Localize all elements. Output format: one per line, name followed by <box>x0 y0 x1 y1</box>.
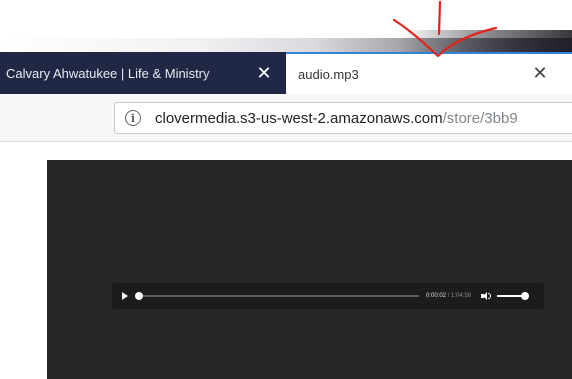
tab-title: Calvary Ahwatukee | Life & Ministry <box>6 65 210 81</box>
play-icon[interactable] <box>122 292 128 300</box>
screenshot-stage: Calvary Ahwatukee | Life & Ministry ✕ au… <box>0 0 572 379</box>
seek-bar-thumb[interactable] <box>135 292 143 300</box>
volume-slider[interactable] <box>497 292 530 300</box>
address-bar[interactable]: i clovermedia.s3-us-west-2.amazonaws.com… <box>114 102 572 134</box>
url-path: /store/3bb9 <box>442 109 518 127</box>
url-host: clovermedia.s3-us-west-2.amazonaws.com <box>155 109 443 127</box>
close-icon[interactable]: ✕ <box>530 63 550 83</box>
current-time: 0:00:02 <box>426 293 447 299</box>
seek-bar[interactable] <box>135 292 419 300</box>
tab-strip: Calvary Ahwatukee | Life & Ministry ✕ au… <box>0 52 572 94</box>
tab-audio-mp3[interactable]: audio.mp3 ✕ <box>286 52 572 94</box>
duration: 1:04:58 <box>451 293 472 299</box>
tab-title: audio.mp3 <box>298 66 359 82</box>
media-viewport: 0:00:02 / 1:04:58 <box>47 160 572 379</box>
audio-player: 0:00:02 / 1:04:58 <box>112 283 544 309</box>
speaker-cone <box>483 292 488 300</box>
volume-icon[interactable] <box>481 292 492 300</box>
sound-wave <box>488 293 492 299</box>
close-icon[interactable]: ✕ <box>254 63 274 83</box>
time-readout: 0:00:02 / 1:04:58 <box>426 293 471 299</box>
page-header-image <box>400 30 572 52</box>
volume-slider-thumb[interactable] <box>521 292 530 300</box>
browser-toolbar: i clovermedia.s3-us-west-2.amazonaws.com… <box>0 94 572 142</box>
info-icon[interactable]: i <box>125 110 141 126</box>
tab-calvary-ahwatukee[interactable]: Calvary Ahwatukee | Life & Ministry ✕ <box>0 52 286 94</box>
